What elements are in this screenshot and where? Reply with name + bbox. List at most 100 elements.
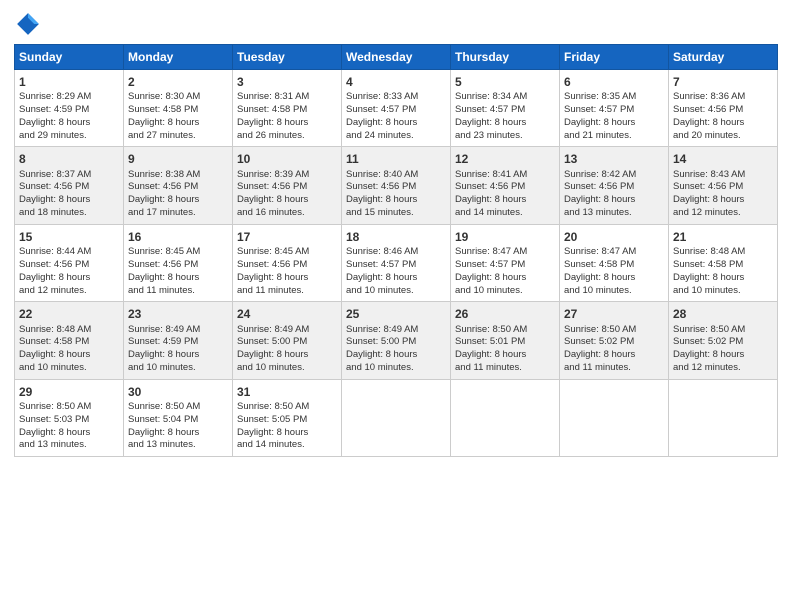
day-number: 28 — [673, 306, 773, 322]
day-info-line: Sunrise: 8:33 AM — [346, 91, 446, 104]
day-info-line: Sunset: 4:58 PM — [237, 104, 337, 117]
day-info-line: Daylight: 8 hours — [455, 117, 555, 130]
day-info-line: Daylight: 8 hours — [237, 349, 337, 362]
day-info-line: Sunset: 5:00 PM — [237, 336, 337, 349]
day-info-line: Daylight: 8 hours — [673, 117, 773, 130]
cell-1-4: 4Sunrise: 8:33 AMSunset: 4:57 PMDaylight… — [342, 70, 451, 147]
day-info-line: Sunset: 4:59 PM — [19, 104, 119, 117]
day-info-line: Sunrise: 8:50 AM — [128, 401, 228, 414]
day-number: 18 — [346, 229, 446, 245]
cell-2-3: 10Sunrise: 8:39 AMSunset: 4:56 PMDayligh… — [233, 147, 342, 224]
day-info-line: Sunset: 4:57 PM — [346, 259, 446, 272]
day-info-line: Sunrise: 8:43 AM — [673, 169, 773, 182]
day-number: 13 — [564, 151, 664, 167]
day-info-line: and 12 minutes. — [19, 285, 119, 298]
cell-1-5: 5Sunrise: 8:34 AMSunset: 4:57 PMDaylight… — [451, 70, 560, 147]
day-info-line: Sunrise: 8:39 AM — [237, 169, 337, 182]
day-info-line: and 12 minutes. — [673, 362, 773, 375]
day-info-line: Sunset: 4:56 PM — [128, 181, 228, 194]
cell-4-2: 23Sunrise: 8:49 AMSunset: 4:59 PMDayligh… — [124, 302, 233, 379]
day-info-line: Daylight: 8 hours — [564, 194, 664, 207]
day-info-line: Sunrise: 8:47 AM — [455, 246, 555, 259]
cell-1-2: 2Sunrise: 8:30 AMSunset: 4:58 PMDaylight… — [124, 70, 233, 147]
col-header-wednesday: Wednesday — [342, 45, 451, 70]
cell-4-4: 25Sunrise: 8:49 AMSunset: 5:00 PMDayligh… — [342, 302, 451, 379]
week-row-4: 22Sunrise: 8:48 AMSunset: 4:58 PMDayligh… — [15, 302, 778, 379]
day-info-line: and 10 minutes. — [346, 285, 446, 298]
day-info-line: and 11 minutes. — [128, 285, 228, 298]
day-info-line: Sunrise: 8:29 AM — [19, 91, 119, 104]
day-info-line: and 10 minutes. — [19, 362, 119, 375]
logo — [14, 10, 46, 38]
day-number: 14 — [673, 151, 773, 167]
day-info-line: and 10 minutes. — [346, 362, 446, 375]
cell-3-4: 18Sunrise: 8:46 AMSunset: 4:57 PMDayligh… — [342, 224, 451, 301]
page: SundayMondayTuesdayWednesdayThursdayFrid… — [0, 0, 792, 612]
day-info-line: Sunrise: 8:31 AM — [237, 91, 337, 104]
col-header-sunday: Sunday — [15, 45, 124, 70]
day-info-line: Daylight: 8 hours — [673, 194, 773, 207]
day-info-line: Sunrise: 8:42 AM — [564, 169, 664, 182]
cell-3-3: 17Sunrise: 8:45 AMSunset: 4:56 PMDayligh… — [233, 224, 342, 301]
day-info-line: and 13 minutes. — [19, 439, 119, 452]
day-number: 27 — [564, 306, 664, 322]
day-number: 29 — [19, 384, 119, 400]
day-info-line: and 12 minutes. — [673, 207, 773, 220]
day-info-line: Daylight: 8 hours — [128, 349, 228, 362]
day-info-line: and 13 minutes. — [564, 207, 664, 220]
day-info-line: Daylight: 8 hours — [237, 194, 337, 207]
day-info-line: Sunset: 4:58 PM — [564, 259, 664, 272]
day-number: 15 — [19, 229, 119, 245]
day-info-line: Sunset: 5:05 PM — [237, 414, 337, 427]
day-info-line: Sunset: 4:56 PM — [19, 259, 119, 272]
day-number: 6 — [564, 74, 664, 90]
cell-2-1: 8Sunrise: 8:37 AMSunset: 4:56 PMDaylight… — [15, 147, 124, 224]
col-header-friday: Friday — [560, 45, 669, 70]
day-info-line: Sunrise: 8:50 AM — [673, 324, 773, 337]
day-number: 24 — [237, 306, 337, 322]
day-info-line: Sunset: 4:56 PM — [128, 259, 228, 272]
day-info-line: and 10 minutes. — [455, 285, 555, 298]
day-info-line: Sunrise: 8:45 AM — [237, 246, 337, 259]
cell-3-6: 20Sunrise: 8:47 AMSunset: 4:58 PMDayligh… — [560, 224, 669, 301]
day-info-line: Daylight: 8 hours — [19, 349, 119, 362]
day-info-line: and 10 minutes. — [128, 362, 228, 375]
day-info-line: and 27 minutes. — [128, 130, 228, 143]
day-info-line: Daylight: 8 hours — [128, 117, 228, 130]
day-info-line: Sunrise: 8:50 AM — [237, 401, 337, 414]
day-number: 2 — [128, 74, 228, 90]
day-info-line: and 20 minutes. — [673, 130, 773, 143]
week-row-5: 29Sunrise: 8:50 AMSunset: 5:03 PMDayligh… — [15, 379, 778, 456]
day-info-line: Sunset: 4:59 PM — [128, 336, 228, 349]
day-number: 31 — [237, 384, 337, 400]
cell-5-7 — [669, 379, 778, 456]
day-info-line: Daylight: 8 hours — [19, 427, 119, 440]
cell-5-1: 29Sunrise: 8:50 AMSunset: 5:03 PMDayligh… — [15, 379, 124, 456]
day-info-line: Daylight: 8 hours — [455, 272, 555, 285]
cell-4-6: 27Sunrise: 8:50 AMSunset: 5:02 PMDayligh… — [560, 302, 669, 379]
cell-5-5 — [451, 379, 560, 456]
cell-1-6: 6Sunrise: 8:35 AMSunset: 4:57 PMDaylight… — [560, 70, 669, 147]
col-header-saturday: Saturday — [669, 45, 778, 70]
day-info-line: and 29 minutes. — [19, 130, 119, 143]
day-info-line: Sunrise: 8:49 AM — [346, 324, 446, 337]
cell-2-4: 11Sunrise: 8:40 AMSunset: 4:56 PMDayligh… — [342, 147, 451, 224]
day-info-line: Daylight: 8 hours — [455, 349, 555, 362]
day-info-line: Sunset: 4:57 PM — [564, 104, 664, 117]
day-info-line: Sunrise: 8:37 AM — [19, 169, 119, 182]
day-info-line: and 10 minutes. — [237, 362, 337, 375]
day-info-line: and 15 minutes. — [346, 207, 446, 220]
cell-5-6 — [560, 379, 669, 456]
day-info-line: Sunset: 4:58 PM — [673, 259, 773, 272]
day-info-line: Sunrise: 8:50 AM — [19, 401, 119, 414]
cell-3-2: 16Sunrise: 8:45 AMSunset: 4:56 PMDayligh… — [124, 224, 233, 301]
day-number: 1 — [19, 74, 119, 90]
day-info-line: Sunset: 4:57 PM — [455, 259, 555, 272]
day-info-line: Sunset: 5:01 PM — [455, 336, 555, 349]
day-number: 4 — [346, 74, 446, 90]
day-info-line: Sunrise: 8:49 AM — [128, 324, 228, 337]
day-info-line: Daylight: 8 hours — [237, 427, 337, 440]
cell-5-2: 30Sunrise: 8:50 AMSunset: 5:04 PMDayligh… — [124, 379, 233, 456]
cell-1-1: 1Sunrise: 8:29 AMSunset: 4:59 PMDaylight… — [15, 70, 124, 147]
day-info-line: Sunrise: 8:34 AM — [455, 91, 555, 104]
